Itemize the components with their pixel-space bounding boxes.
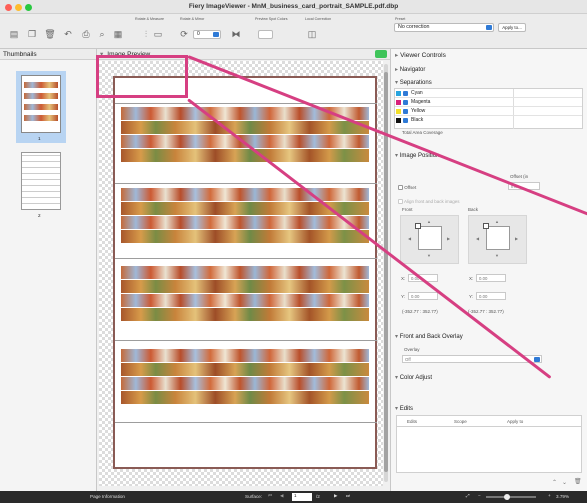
card-image-row [121,216,369,229]
edits-column-header: Edits [407,419,418,424]
copy-icon[interactable]: ❐ [26,28,38,40]
offset-unit-header: Offset (in [510,174,529,179]
grid-icon[interactable]: ▦ [112,28,124,40]
status-bar: Page Information Surface: ⏮ ◀ 1 /2 ▶ ⏭ ⤢… [0,491,587,503]
apply-to-button[interactable]: Apply to... [498,23,526,32]
card-image-row [121,188,369,201]
page-total-label: /2 [316,494,320,499]
scope-column-header: Scope [454,419,467,424]
thumbnails-title: Thumbnails [0,49,96,60]
rotate-measure-label: Rotate & Measure [135,17,164,21]
thumbnail-page-1[interactable] [21,75,61,133]
card-image-row [121,363,369,376]
front-position-pad[interactable]: ▲ ▼ ◀ ▶ [400,215,459,264]
fit-page-icon[interactable]: ⤢ [466,493,470,498]
save-icon[interactable]: ▤ [8,28,20,40]
last-page-icon[interactable]: ⏭ [346,493,350,498]
delete-icon[interactable]: 🗑 [44,28,56,40]
front-back-overlay-section[interactable]: ▾ Front and Back Overlay [395,333,463,340]
card-image-row [121,294,369,307]
page-information-label: Page Information [90,494,125,499]
rotate-select[interactable]: 0 [193,30,221,39]
front-x-label: X: [401,276,406,281]
thumbnails-panel: Thumbnails 1 2 [0,49,97,491]
rotate-mirror-label: Rotate & Mirror [180,17,205,21]
zoom-tool-icon[interactable]: ⌕ [96,28,108,40]
card-image-row [121,377,369,390]
front-coords: (-352.77 : 352.77) [402,309,438,314]
card-image-row [121,349,369,362]
highlight-box-annotation [96,55,188,98]
preview-page [113,76,377,469]
window-title: Fiery ImageViewer - MnM_business_card_po… [188,3,399,10]
collapse-up-icon[interactable]: ⌃ [552,479,557,486]
collapse-down-icon[interactable]: ⌄ [562,479,567,486]
surface-label: Surface: [245,494,263,499]
print-icon[interactable]: ⎙ [80,28,92,40]
card-image-row [121,266,369,279]
local-correction-label: Local Correction [305,17,332,21]
offset-checkbox[interactable]: Offset [398,185,416,191]
zoom-out-icon[interactable]: − [478,493,481,498]
back-label: Back [468,207,479,212]
preset-label: Preset [395,17,406,21]
sidebar-toggle-icon[interactable] [375,50,387,58]
back-x-label: X: [469,276,474,281]
back-x-field[interactable]: 0.00 [476,274,506,282]
back-coords: (-352.77 : 352.77) [468,309,504,314]
apply-to-column-header: Apply to [507,419,524,424]
card-image-row [121,230,369,243]
zoom-slider[interactable] [486,494,536,500]
edits-section[interactable]: ▾ Edits [395,405,413,412]
thumbnail-page-number: 1 [38,136,41,141]
edits-table-body [396,427,582,473]
local-correction-icon[interactable]: ◫ [306,28,318,40]
back-y-field[interactable]: 0.00 [476,292,506,300]
back-y-label: Y: [469,294,474,299]
first-page-icon[interactable]: ⏮ [268,493,272,498]
navigator-section[interactable]: ▸ Navigator [395,66,425,73]
front-y-field[interactable]: 0.00 [408,292,438,300]
viewer-controls-title: ▸ Viewer Controls [395,52,446,59]
zoom-value: 3.79% [556,494,570,499]
card-image-row [121,391,369,404]
total-area-coverage-label: Total Area Coverage [402,130,443,135]
toolbar: ▤ ❐ 🗑 ↶ ⎙ ⌕ ▦ Rotate & Measure ⫶ ▭ Rotat… [0,14,587,49]
overlay-label: Overlay [404,347,420,352]
front-y-label: Y: [401,294,406,299]
zoom-in-icon[interactable]: + [548,493,551,498]
prev-page-icon[interactable]: ◀ [280,493,284,499]
title-bar: Fiery ImageViewer - MnM_business_card_po… [0,0,587,14]
spot-colors-toggle[interactable] [258,30,273,39]
measure-icon[interactable]: ▭ [152,28,164,40]
front-label: Front [402,207,413,212]
undo-icon[interactable]: ↶ [62,28,74,40]
rotate-icon[interactable]: ⟳ [178,28,190,40]
page-number-input[interactable]: 1 [292,493,312,501]
preset-select[interactable]: No correction [394,23,494,32]
color-adjust-section[interactable]: ▾ Color Adjust [395,374,432,381]
card-image-row [121,121,369,134]
next-page-icon[interactable]: ▶ [334,493,338,499]
ruler-icon[interactable]: ⫶ [140,28,152,40]
align-front-back-checkbox[interactable]: Align front and back images [398,199,460,205]
trash-icon[interactable]: 🗑 [574,478,582,485]
separations-section[interactable]: ▾ Separations [395,79,432,86]
edits-table-header: Edits Scope Apply to [396,415,582,427]
card-image-row [121,308,369,321]
thumbnail-page-number: 2 [38,213,41,218]
card-image-row [121,149,369,162]
preview-spot-label: Preview Spot Colors [255,17,288,21]
mirror-icon[interactable]: ⧓ [230,28,242,40]
back-position-pad[interactable]: ▲ ▼ ◀ ▶ [468,215,527,264]
thumbnail-page-2[interactable] [21,152,61,210]
card-image-row [121,280,369,293]
preview-scrollbar[interactable] [384,64,388,482]
